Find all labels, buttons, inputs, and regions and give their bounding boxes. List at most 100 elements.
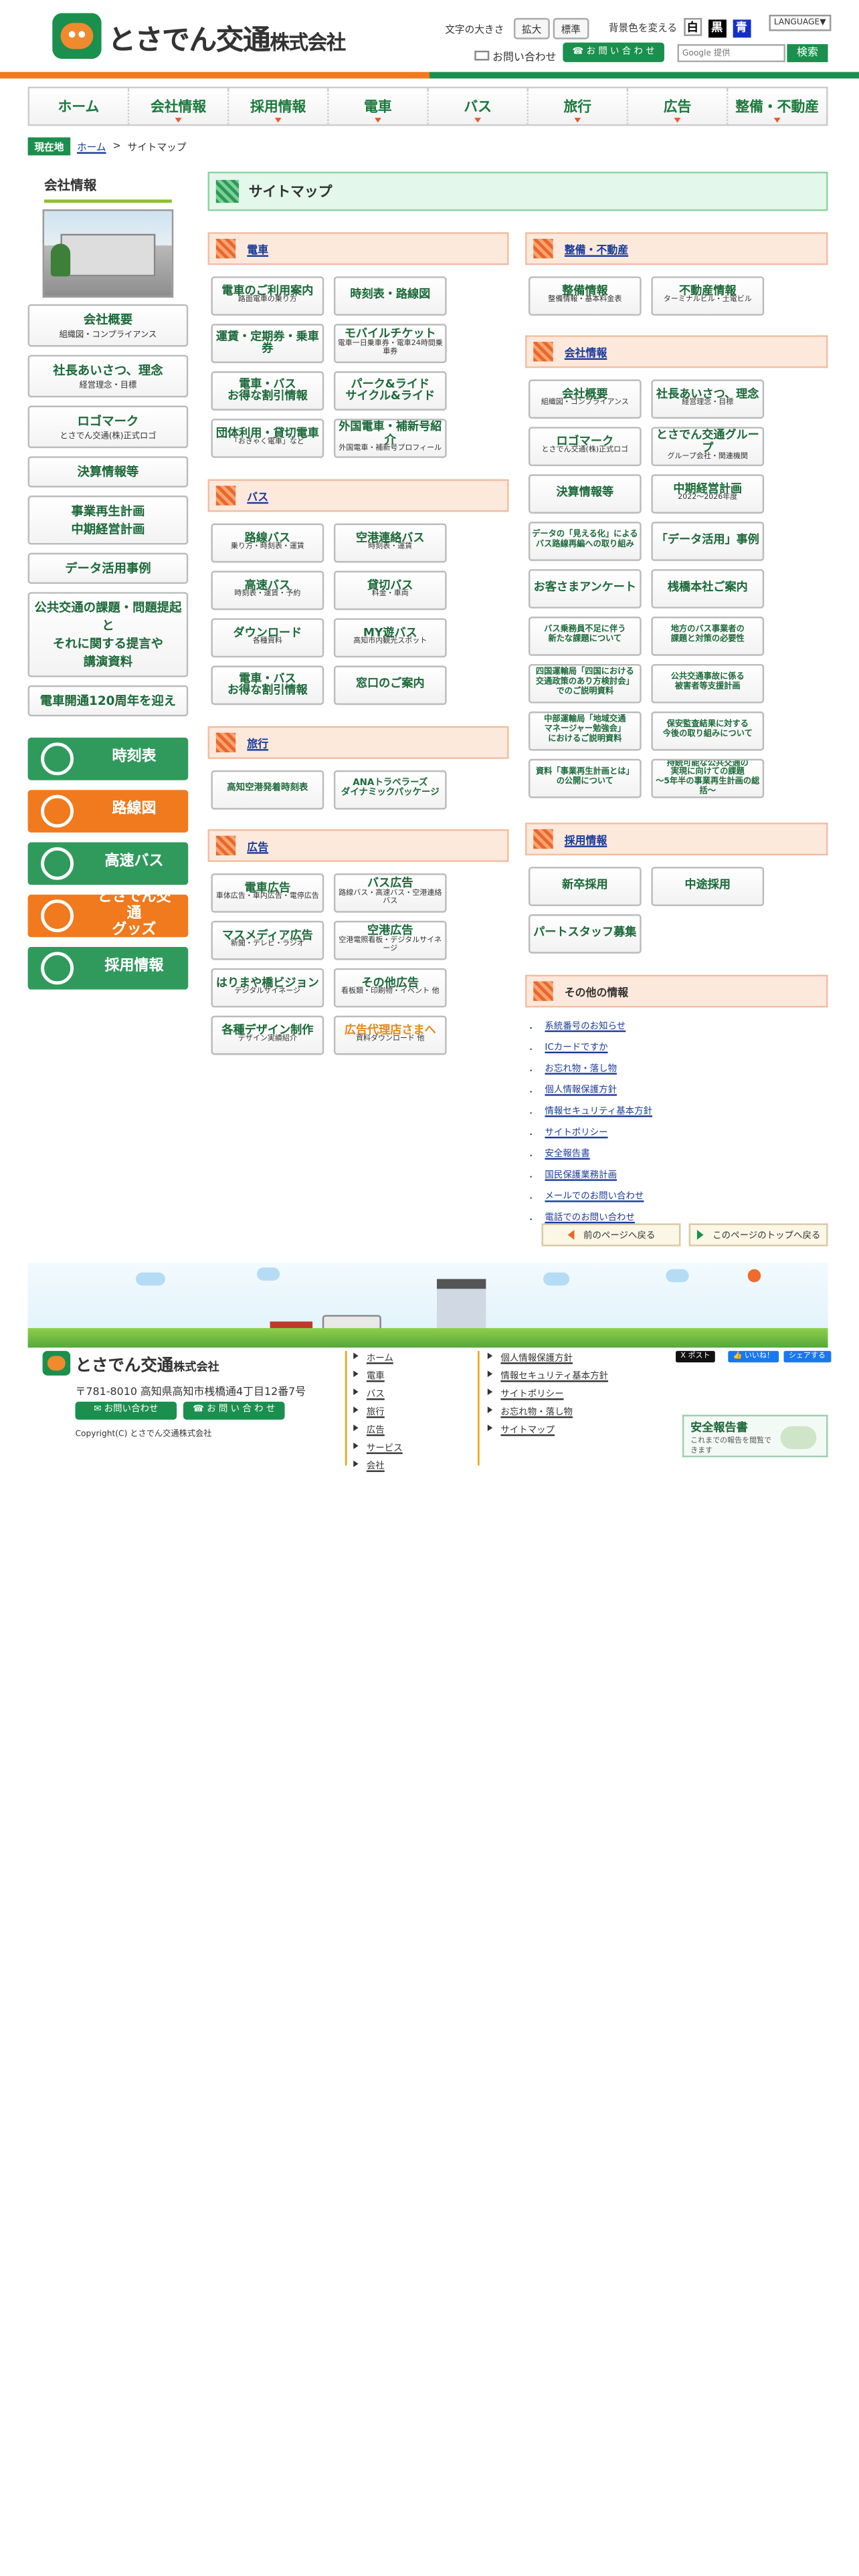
link-box[interactable]: お客さまアンケート [528, 569, 642, 609]
link-box[interactable]: 団体利用・貸切電車 「おきゃく電車」など [211, 419, 324, 458]
link-box[interactable]: 路線バス 乗り方・時刻表・運賃 [211, 523, 324, 563]
x-post-button[interactable]: X ポスト [676, 1351, 715, 1363]
link-box[interactable]: 電車のご利用案内 路面電車の乗り方 [211, 276, 324, 316]
link-box[interactable]: マスメディア広告 新聞・テレビ・ラジオ [211, 920, 324, 960]
other-link-item[interactable]: メールでのお問い合わせ [545, 1189, 828, 1202]
link-box[interactable]: とさでん交通グループ グループ会社・関連機関 [651, 427, 765, 467]
nav-recruit[interactable]: 採用情報 [229, 88, 329, 124]
section-title-link[interactable]: バス [247, 491, 268, 504]
link-box[interactable]: 四国運輸局「四国における 交通政策のあり方検討会」 でのご説明資料 [528, 663, 642, 704]
link-box[interactable]: その他広告 看板類・印刷物・イベント 他 [333, 968, 447, 1008]
footer-link[interactable]: 情報セキュリティ基本方針 [487, 1369, 608, 1382]
link-box[interactable]: 公共交通事故に係る 被害者等支援計画 [651, 663, 765, 704]
sidebar-banner-1[interactable]: 時刻表 [27, 738, 189, 780]
link-box[interactable]: 持続可能な公共交通の 実現に向けての課題 〜5年半の事業再生計画の総括〜 [651, 758, 765, 798]
other-link-item[interactable]: 情報セキュリティ基本方針 [545, 1104, 828, 1117]
other-link-item[interactable]: サイトポリシー [545, 1125, 828, 1139]
nav-bus[interactable]: バス [429, 88, 529, 124]
link-box[interactable]: 電車広告 車体広告・車内広告・電停広告 [211, 873, 324, 913]
other-link-item[interactable]: 個人情報保護方針 [545, 1083, 828, 1096]
link-box[interactable]: 中部運輸局「地域交通 マネージャー勉強会」 におけるご説明資料 [528, 711, 642, 751]
link-box[interactable]: 中途採用 [651, 867, 765, 906]
footer-link[interactable]: サイトポリシー [487, 1387, 608, 1400]
contact-mail-link[interactable]: お問い合わせ [474, 47, 557, 64]
bg-black-button[interactable]: 黒 [708, 19, 727, 38]
link-box[interactable]: 会社概要 組織図・コンプライアンス [528, 379, 642, 419]
other-link-item[interactable]: 系統番号のお知らせ [545, 1019, 828, 1033]
contact-phone-button[interactable]: ☎ お 問 い 合 わ せ [563, 42, 664, 62]
sidebar-banner-4[interactable]: とさでん交通 グッズ [27, 890, 189, 938]
footer-link[interactable]: 旅行 [353, 1405, 402, 1418]
search-input[interactable] [677, 44, 785, 62]
link-box[interactable]: モバイルチケット 電車一日乗車券・電車24時間乗車券 [333, 324, 447, 363]
link-box[interactable]: 「データ活用」事例 [651, 522, 765, 561]
page-top-button[interactable]: このページのトップへ戻る [688, 1223, 828, 1247]
link-box[interactable]: バス広告 路線バス・高速バス・空港連絡バス [333, 873, 447, 913]
link-box[interactable]: 社長あいさつ、理念 経営理念・目標 [651, 379, 765, 419]
section-title-link[interactable]: 広告 [247, 841, 268, 854]
sidebar-banner-2[interactable]: 路線図 [27, 790, 189, 833]
footer-logo[interactable]: とさでん交通株式会社 [42, 1351, 219, 1376]
link-box[interactable]: 運賃・定期券・乗車券 [211, 324, 324, 363]
facebook-like-button[interactable]: 👍 いいね！ [728, 1351, 779, 1363]
link-box[interactable]: 桟橋本社ご案内 [651, 569, 765, 609]
link-box[interactable]: バス乗務員不足に伴う 新たな課題について [528, 617, 642, 656]
link-box[interactable]: 空港広告 空港電照看板・デジタルサイネージ [333, 920, 447, 960]
link-box[interactable]: 外国電車・補新号紹介 外国電車・補新号プロフィール [333, 419, 447, 458]
footer-link[interactable]: 個人情報保護方針 [487, 1351, 608, 1364]
link-box[interactable]: 決算情報等 [528, 474, 642, 514]
footer-link[interactable]: サービス [353, 1441, 403, 1454]
other-link-item[interactable]: 安全報告書 [545, 1146, 828, 1160]
link-box[interactable]: 資料「事業再生計画とは」 の公開について [528, 758, 642, 798]
link-box[interactable]: 地方のバス事業者の 課題と対策の必要性 [651, 617, 765, 656]
sidebar-link-box[interactable]: 決算情報等 [27, 456, 189, 488]
link-box[interactable]: 電車・バス お得な割引情報 [211, 371, 324, 411]
sidebar-link-box[interactable]: 公共交通の課題・問題提起と それに関する提言や 講演資料 [27, 592, 189, 677]
link-box[interactable]: ANAトラベラーズ ダイナミックパッケージ [333, 770, 447, 810]
sidebar-link-box[interactable]: 事業再生計画 中期経営計画 [27, 496, 189, 545]
footer-link[interactable]: 広告 [353, 1423, 402, 1436]
footer-link[interactable]: お忘れ物・落し物 [487, 1405, 608, 1418]
link-box[interactable]: パートスタッフ募集 [528, 914, 642, 954]
footer-mail-button[interactable]: ✉ お問い合わせ [75, 1401, 177, 1420]
link-box[interactable]: ロゴマーク とさでん交通(株)正式ロゴ [528, 427, 642, 467]
footer-link[interactable]: 電車 [353, 1369, 402, 1382]
bg-white-button[interactable]: 白 [683, 17, 702, 36]
link-box[interactable]: 新卒採用 [528, 867, 642, 906]
link-box[interactable]: ダウンロード 各種資料 [211, 618, 324, 658]
section-title-link[interactable]: 旅行 [247, 738, 268, 751]
link-box[interactable]: MY遊バス 高知市内観光スポット [333, 618, 447, 658]
link-box[interactable]: 高知空港発着時刻表 [211, 770, 324, 810]
sidebar-link-box[interactable]: 電車開通120周年を迎え [27, 685, 189, 717]
language-select[interactable]: LANGUAGE▼ [769, 15, 831, 31]
link-box[interactable]: パーク&ライド サイクル&ライド [333, 371, 447, 411]
section-title-link[interactable]: 採用情報 [565, 834, 607, 847]
footer-phone-button[interactable]: ☎ お 問 い 合 わ せ [183, 1401, 285, 1420]
other-link-item[interactable]: お忘れ物・落し物 [545, 1061, 828, 1075]
font-large-button[interactable]: 拡大 [513, 17, 550, 39]
back-page-button[interactable]: 前のページへ戻る [541, 1223, 681, 1247]
link-box[interactable]: 電車・バス お得な割引情報 [211, 665, 324, 706]
footer-link[interactable]: バス [353, 1387, 402, 1400]
sidebar-link-box[interactable]: 会社概要 組織図・コンプライアンス [27, 304, 189, 347]
sidebar-link-box[interactable]: データ活用事例 [27, 552, 189, 584]
other-link-item[interactable]: 国民保護業務計画 [545, 1168, 828, 1181]
safety-report-banner[interactable]: 安全報告書 これまでの報告を閲覧できます [682, 1414, 828, 1458]
link-box[interactable]: 中期経営計画 2022〜2026年度 [651, 474, 765, 514]
link-box[interactable]: 時刻表・路線図 [333, 276, 447, 316]
footer-link[interactable]: ホーム [353, 1351, 402, 1364]
link-box[interactable]: 高速バス 時刻表・運賃・予約 [211, 570, 324, 611]
other-link-item[interactable]: 電話でのお問い合わせ [545, 1210, 828, 1224]
link-box[interactable]: 整備情報 整備情報・基本料金表 [528, 276, 642, 316]
sidebar-link-box[interactable]: 社長あいさつ、理念 経営理念・目標 [27, 354, 189, 398]
nav-train[interactable]: 電車 [329, 88, 429, 124]
link-box[interactable]: はりまや橋ビジョン デジタルサイネージ [211, 968, 324, 1008]
section-title-link[interactable]: 電車 [247, 243, 268, 257]
nav-home[interactable]: ホーム [29, 88, 130, 124]
link-box[interactable]: 各種デザイン制作 デザイン実績紹介 [211, 1015, 324, 1055]
nav-maintenance[interactable]: 整備・不動産 [728, 88, 826, 124]
nav-ad[interactable]: 広告 [628, 88, 729, 124]
facebook-share-button[interactable]: シェアする [783, 1351, 831, 1363]
font-standard-button[interactable]: 標準 [553, 17, 589, 39]
link-box[interactable]: データの「見える化」による バス路線再編への取り組み [528, 522, 642, 561]
